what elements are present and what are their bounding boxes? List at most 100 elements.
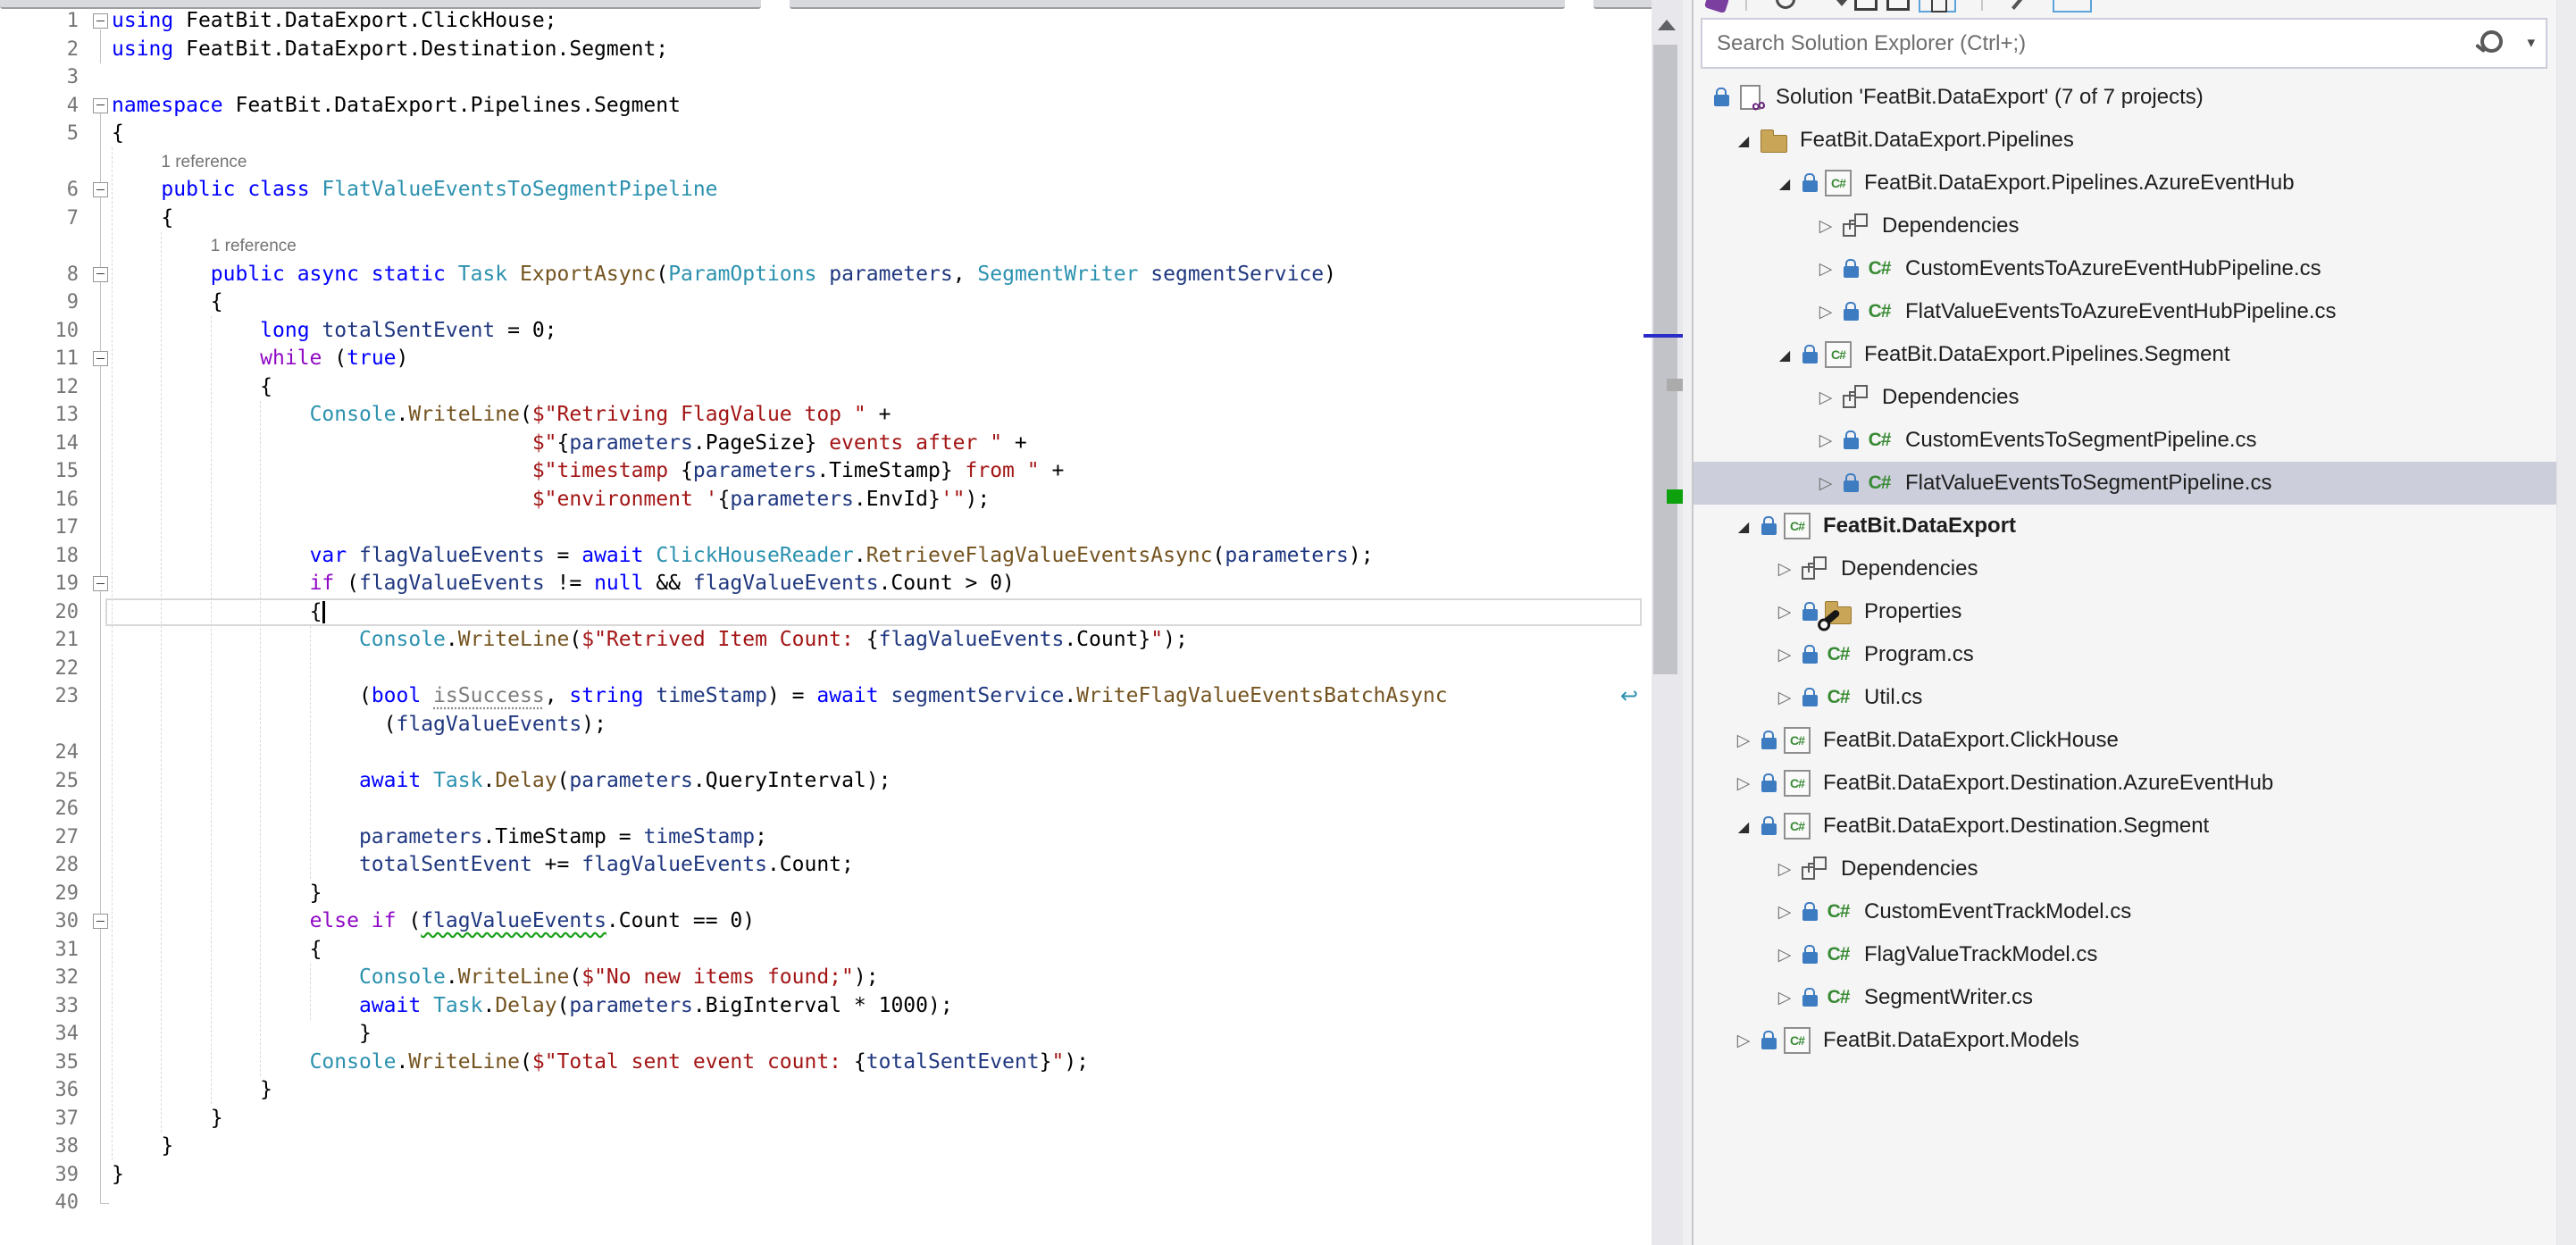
pencil-icon[interactable] [2011,0,2026,10]
collapsed-arrow-icon[interactable]: ▷ [1771,559,1798,579]
tree-item[interactable]: ▷C#SegmentWriter.cs [1694,976,2576,1019]
expanded-arrow-icon[interactable]: ◢ [1730,132,1757,149]
code-line[interactable]: 11 while (true) [0,345,1652,373]
code-line[interactable]: 10 long totalSentEvent = 0; [0,317,1652,346]
fold-collapse-icon[interactable] [93,267,108,282]
tree-item[interactable]: ▷C#FlatValueEventsToSegmentPipeline.cs [1694,462,2576,505]
collapsed-arrow-icon[interactable]: ▷ [1730,1031,1757,1050]
tree-item[interactable]: ▷C#FeatBit.DataExport.ClickHouse [1694,719,2576,762]
search-box[interactable]: ▾ [1701,18,2547,69]
collapsed-arrow-icon[interactable]: ▷ [1771,859,1798,879]
tree-item[interactable]: ∞Solution 'FeatBit.DataExport' (7 of 7 p… [1694,76,2572,119]
code-line[interactable]: 7 { [0,205,1652,233]
code-line[interactable]: 35 Console.WriteLine($"Total sent event … [0,1049,1652,1077]
fold-collapse-icon[interactable] [93,576,108,591]
preview-selected-items-button[interactable] [2053,0,2092,13]
code-line[interactable]: 12 { [0,373,1652,402]
collapsed-arrow-icon[interactable]: ▷ [1771,945,1798,965]
code-line[interactable]: 8 public async static Task ExportAsync(P… [0,261,1652,289]
collapsed-arrow-icon[interactable]: ▷ [1812,388,1839,407]
collapsed-arrow-icon[interactable]: ▷ [1812,473,1839,493]
document-icon[interactable] [1886,0,1910,11]
code-line[interactable]: 2using FeatBit.DataExport.Destination.Se… [0,36,1652,64]
tree-item[interactable]: ▷Dependencies [1694,205,2576,247]
fold-collapse-icon[interactable] [93,98,108,113]
document-icon[interactable] [1854,0,1878,11]
tree-item[interactable]: ▷C#Program.cs [1694,633,2576,676]
tree-item[interactable]: ▷C#FeatBit.DataExport.Destination.AzureE… [1694,762,2576,805]
code-line[interactable]: 3 [0,63,1652,92]
code-line[interactable]: 23 (bool isSuccess, string timeStamp) = … [0,682,1652,711]
code-line[interactable]: 6 public class FlatValueEventsToSegmentP… [0,176,1652,205]
codelens-references[interactable]: 1 reference [161,148,247,177]
dropdown-caret-icon[interactable] [1836,0,1847,6]
tree-item[interactable]: ◢C#FeatBit.DataExport.Pipelines.Segment [1694,333,2576,376]
code-line[interactable]: 19 if (flagValueEvents != null && flagVa… [0,570,1652,598]
tree-item[interactable]: ▷C#FlatValueEventsToAzureEventHubPipelin… [1694,290,2576,333]
expanded-arrow-icon[interactable]: ◢ [1771,347,1798,363]
code-line[interactable]: 1using FeatBit.DataExport.ClickHouse; [0,7,1652,36]
scroll-up-arrow-icon[interactable] [1658,20,1676,30]
collapsed-arrow-icon[interactable]: ▷ [1771,602,1798,622]
code-line-wrap[interactable]: (flagValueEvents); [0,711,1652,739]
code-line[interactable]: 36 } [0,1076,1652,1105]
codelens-references[interactable]: 1 reference [211,232,297,261]
tree-item[interactable]: ▷C#CustomEventsToAzureEventHubPipeline.c… [1694,247,2576,290]
code-line[interactable]: 14 $"{parameters.PageSize} events after … [0,430,1652,458]
search-input[interactable] [1715,21,2433,66]
tree-item[interactable]: ▷C#FlagValueTrackModel.cs [1694,933,2576,976]
editor-scrollbar[interactable] [1652,0,1683,1245]
collapsed-arrow-icon[interactable]: ▷ [1812,259,1839,279]
collapsed-arrow-icon[interactable]: ▷ [1771,645,1798,664]
expanded-arrow-icon[interactable]: ◢ [1730,818,1757,835]
collapsed-arrow-icon[interactable]: ▷ [1730,731,1757,750]
code-line[interactable]: 22 [0,655,1652,683]
code-line[interactable]: 29 } [0,880,1652,908]
fold-collapse-icon[interactable] [93,13,108,29]
panel-splitter[interactable] [1683,0,1694,1245]
tree-item[interactable]: ◢C#FeatBit.DataExport.Pipelines.AzureEve… [1694,162,2576,205]
expanded-arrow-icon[interactable]: ◢ [1771,175,1798,192]
fold-collapse-icon[interactable] [93,351,108,366]
code-line[interactable]: 31 { [0,936,1652,965]
code-line[interactable]: 24 [0,739,1652,767]
code-line[interactable]: 28 totalSentEvent += flagValueEvents.Cou… [0,851,1652,880]
collapsed-arrow-icon[interactable]: ▷ [1771,988,1798,1007]
collapsed-arrow-icon[interactable]: ▷ [1771,688,1798,707]
code-line[interactable]: 4namespace FeatBit.DataExport.Pipelines.… [0,92,1652,121]
tree-item[interactable]: ◢FeatBit.DataExport.Pipelines [1694,119,2576,162]
code-line[interactable]: 20 { [0,598,1652,627]
refresh-icon[interactable] [1776,0,1795,9]
code-line[interactable]: 33 await Task.Delay(parameters.BigInterv… [0,992,1652,1021]
code-line[interactable]: 38 } [0,1132,1652,1161]
code-line[interactable]: 25 await Task.Delay(parameters.QueryInte… [0,767,1652,796]
sync-with-active-document-button[interactable] [1919,0,1956,13]
code-editor[interactable]: 1using FeatBit.DataExport.ClickHouse;2us… [0,0,1652,1245]
tree-item[interactable]: ▷C#CustomEventsToSegmentPipeline.cs [1694,419,2576,462]
tree-item[interactable]: ▷Dependencies [1694,848,2576,890]
code-line[interactable]: 5{ [0,120,1652,148]
scrollbar-thumb[interactable] [1653,45,1677,674]
fold-collapse-icon[interactable] [93,182,108,197]
code-line[interactable]: 34 } [0,1020,1652,1049]
tree-item[interactable]: ▷Properties [1694,590,2576,633]
tree-item[interactable]: ▷Dependencies [1694,547,2576,590]
code-line[interactable]: 15 $"timestamp {parameters.TimeStamp} fr… [0,457,1652,486]
code-line[interactable]: 27 parameters.TimeStamp = timeStamp; [0,823,1652,852]
collapsed-arrow-icon[interactable]: ▷ [1812,302,1839,322]
collapsed-arrow-icon[interactable]: ▷ [1771,902,1798,922]
search-icon[interactable] [2480,30,2503,53]
tree-item[interactable]: ▷Dependencies [1694,376,2576,419]
code-line[interactable]: 39} [0,1161,1652,1190]
expanded-arrow-icon[interactable]: ◢ [1730,518,1757,535]
code-line[interactable]: 37 } [0,1105,1652,1133]
fold-collapse-icon[interactable] [93,914,108,929]
collapsed-arrow-icon[interactable]: ▷ [1812,430,1839,450]
tree-item[interactable]: ▷C#Util.cs [1694,676,2576,719]
code-line[interactable]: 30 else if (flagValueEvents.Count == 0) [0,907,1652,936]
tree-item[interactable]: ▷C#CustomEventTrackModel.cs [1694,890,2576,933]
code-line[interactable]: 9 { [0,288,1652,317]
code-line[interactable]: 13 Console.WriteLine($"Retriving FlagVal… [0,401,1652,430]
vs-purple-icon[interactable] [1704,0,1729,13]
code-line[interactable]: 21 Console.WriteLine($"Retrived Item Cou… [0,626,1652,655]
